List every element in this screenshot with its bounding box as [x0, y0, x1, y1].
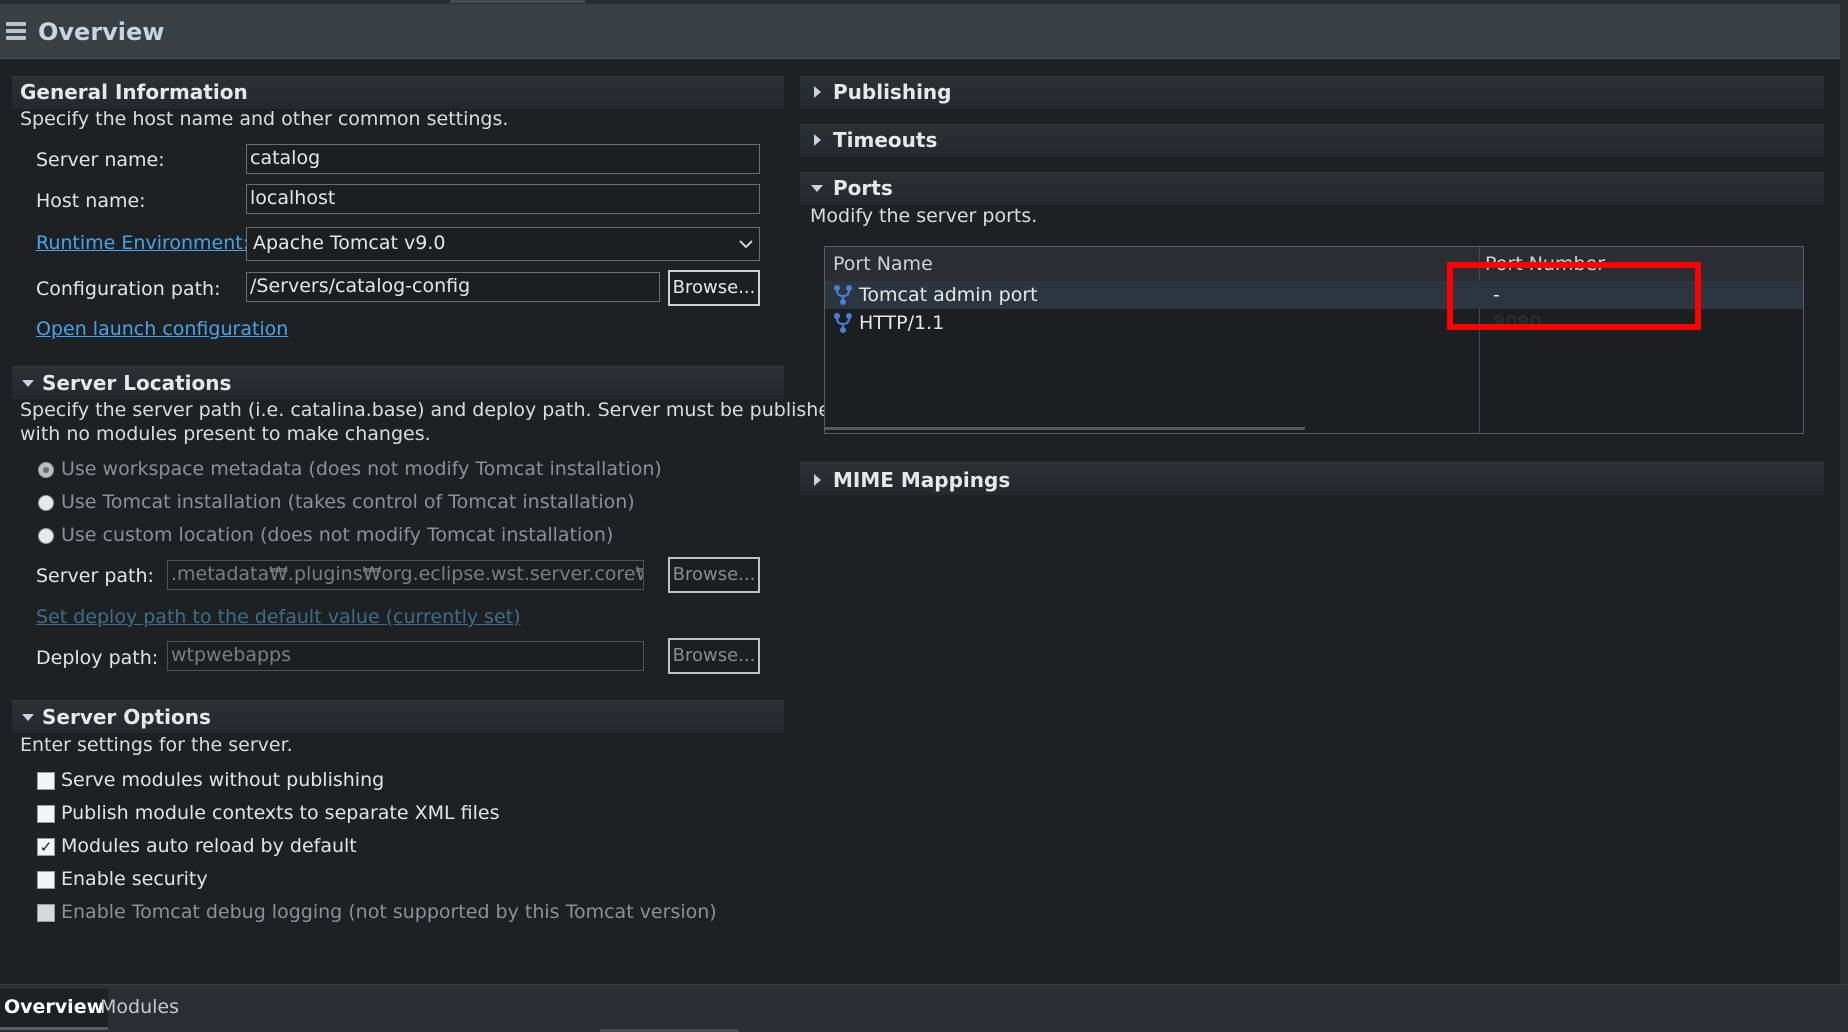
host-name-field[interactable]: localhost	[246, 184, 760, 214]
runtime-environment-value: Apache Tomcat v9.0	[253, 232, 446, 254]
set-deploy-path-link[interactable]: Set deploy path to the default value (cu…	[36, 606, 521, 628]
host-name-label: Host name:	[36, 190, 146, 212]
tab-modules[interactable]: Modules	[96, 989, 183, 1027]
checkbox-serve-modules[interactable]	[37, 772, 55, 790]
checkbox-debug-logging-label: Enable Tomcat debug logging (not support…	[61, 901, 717, 923]
configuration-path-label: Configuration path:	[36, 278, 221, 300]
server-locations-description-2: with no modules present to make changes.	[20, 423, 431, 445]
checkbox-auto-reload[interactable]: ✓	[37, 838, 55, 856]
port-name: HTTP/1.1	[859, 312, 945, 334]
page-title: Overview	[38, 18, 165, 46]
configuration-path-field[interactable]: /Servers/catalog-config	[246, 272, 660, 302]
highlight-box	[1447, 262, 1701, 330]
expand-triangle-icon[interactable]	[814, 474, 821, 486]
port-icon	[834, 285, 852, 305]
column-port-name[interactable]: Port Name	[833, 253, 933, 275]
publishing-section-header[interactable]	[800, 76, 1824, 109]
open-launch-configuration-link[interactable]: Open launch configuration	[36, 318, 288, 340]
checkbox-enable-security[interactable]	[37, 871, 55, 889]
server-locations-title: Server Locations	[42, 371, 232, 395]
ports-title: Ports	[833, 176, 893, 200]
server-options-title: Server Options	[42, 705, 211, 729]
server-locations-description-1: Specify the server path (i.e. catalina.b…	[20, 399, 843, 421]
deploy-path-field[interactable]: wtpwebapps	[167, 641, 644, 671]
checkbox-publish-contexts-label: Publish module contexts to separate XML …	[61, 802, 500, 824]
general-information-title: General Information	[20, 80, 248, 104]
expand-triangle-icon[interactable]	[814, 86, 821, 98]
radio-tomcat-label: Use Tomcat installation (takes control o…	[61, 491, 635, 513]
editor-list-icon	[6, 22, 26, 46]
server-name-label: Server name:	[36, 149, 165, 171]
port-icon	[834, 313, 852, 333]
server-options-description: Enter settings for the server.	[20, 734, 293, 756]
vertical-scrollbar[interactable]	[1840, 0, 1848, 1031]
radio-workspace-metadata[interactable]	[38, 462, 54, 478]
deploy-path-browse-button[interactable]: Browse...	[668, 638, 760, 674]
timeouts-section-header[interactable]	[800, 124, 1824, 157]
editor-tab-bar: Overview Modules	[0, 984, 1848, 1032]
mime-mappings-title[interactable]: MIME Mappings	[833, 468, 1010, 492]
configuration-browse-button[interactable]: Browse...	[668, 270, 760, 306]
expand-triangle-icon[interactable]	[814, 134, 821, 146]
general-information-description: Specify the host name and other common s…	[20, 108, 509, 130]
timeouts-title[interactable]: Timeouts	[833, 128, 937, 152]
ports-description: Modify the server ports.	[810, 205, 1038, 227]
runtime-environment-select[interactable]: Apache Tomcat v9.0	[246, 227, 760, 261]
server-path-label: Server path:	[36, 565, 154, 587]
checkbox-enable-security-label: Enable security	[61, 868, 208, 890]
radio-custom-label: Use custom location (does not modify Tom…	[61, 524, 614, 546]
collapse-triangle-icon[interactable]	[22, 380, 34, 387]
radio-workspace-label: Use workspace metadata (does not modify …	[61, 458, 662, 480]
port-name: Tomcat admin port	[859, 284, 1038, 306]
checkbox-auto-reload-label: Modules auto reload by default	[61, 835, 357, 857]
deploy-path-label: Deploy path:	[36, 647, 159, 669]
chevron-down-icon	[739, 240, 753, 249]
radio-tomcat-installation[interactable]	[38, 495, 54, 511]
runtime-environment-link[interactable]: Runtime Environment:	[36, 232, 249, 254]
horizontal-scrollbar[interactable]	[825, 427, 1305, 430]
editor-header: Overview	[0, 4, 1840, 59]
tab-overview[interactable]: Overview	[0, 989, 109, 1030]
ports-section-header[interactable]	[800, 172, 1824, 205]
radio-custom-location[interactable]	[38, 528, 54, 544]
checkbox-publish-contexts[interactable]	[37, 805, 55, 823]
checkbox-serve-modules-label: Serve modules without publishing	[61, 769, 385, 791]
publishing-title[interactable]: Publishing	[833, 80, 951, 104]
collapse-triangle-icon[interactable]	[811, 185, 823, 192]
server-path-field[interactable]: .metadata₩.plugins₩org.eclipse.wst.serve…	[167, 560, 644, 590]
server-path-browse-button[interactable]: Browse...	[668, 557, 760, 593]
collapse-triangle-icon[interactable]	[22, 714, 34, 721]
checkbox-debug-logging[interactable]	[37, 904, 55, 922]
server-name-field[interactable]: catalog	[246, 144, 760, 174]
